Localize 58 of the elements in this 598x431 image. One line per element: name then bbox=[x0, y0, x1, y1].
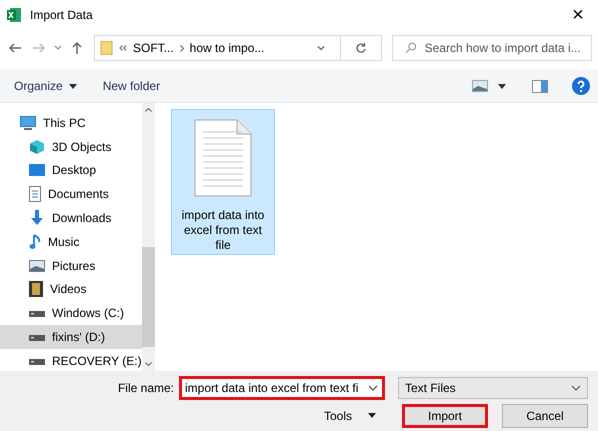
drive-icon bbox=[29, 333, 45, 342]
chevron-right-icon[interactable] bbox=[180, 44, 184, 52]
cube-icon bbox=[29, 138, 45, 155]
sidebar-item[interactable]: Downloads bbox=[0, 206, 142, 230]
scroll-up-icon[interactable] bbox=[144, 108, 152, 112]
help-icon[interactable] bbox=[572, 77, 590, 95]
sidebar-item[interactable]: Videos bbox=[0, 278, 142, 302]
import-button[interactable]: Import bbox=[402, 404, 488, 428]
sidebar-item[interactable]: This PC bbox=[0, 111, 142, 135]
monitor-icon bbox=[20, 116, 36, 130]
scroll-down-icon[interactable] bbox=[144, 362, 152, 366]
file-type-dropdown[interactable]: Text Files bbox=[398, 376, 588, 398]
view-options-icon[interactable] bbox=[472, 80, 488, 92]
desktop-icon bbox=[29, 164, 45, 176]
document-icon bbox=[29, 186, 41, 202]
folder-icon bbox=[100, 40, 113, 56]
sidebar-item[interactable]: Pictures bbox=[0, 254, 142, 278]
breadcrumb[interactable]: how to impo... bbox=[190, 41, 264, 55]
file-name-field[interactable]: import data into excel from text fi bbox=[179, 376, 385, 400]
sidebar-item[interactable]: RECOVERY (E:) bbox=[0, 348, 142, 373]
window-title: Import Data bbox=[30, 8, 93, 22]
picture-icon bbox=[29, 260, 45, 272]
chevron-down-icon[interactable] bbox=[316, 43, 326, 53]
file-item[interactable]: import data into excel from text file bbox=[171, 109, 275, 255]
organize-menu-button[interactable]: Organize bbox=[8, 77, 83, 95]
back-arrow-icon[interactable] bbox=[8, 41, 22, 55]
sidebar-item[interactable]: fixins' (D:) bbox=[0, 325, 142, 349]
address-bar[interactable]: SOFT... how to impo... bbox=[94, 35, 382, 61]
caret-down-icon[interactable] bbox=[498, 84, 506, 88]
sidebar-item[interactable]: 3D Objects bbox=[0, 134, 142, 159]
double-chevron-left-icon[interactable] bbox=[119, 45, 127, 51]
sidebar-item[interactable]: Music bbox=[0, 230, 142, 254]
new-folder-button[interactable]: New folder bbox=[96, 77, 166, 95]
down-arrow-icon bbox=[29, 210, 45, 226]
film-icon bbox=[29, 281, 43, 298]
file-name-label: File name: bbox=[118, 380, 174, 394]
sidebar-item[interactable]: Documents bbox=[0, 182, 142, 206]
text-file-icon bbox=[193, 118, 253, 198]
caret-down-icon bbox=[368, 413, 376, 418]
drive-icon bbox=[29, 356, 45, 365]
up-arrow-icon[interactable] bbox=[70, 41, 84, 55]
spreadsheet-app-icon bbox=[6, 7, 22, 23]
refresh-icon[interactable] bbox=[355, 42, 367, 54]
drive-icon bbox=[29, 309, 45, 318]
search-icon bbox=[405, 42, 417, 54]
cancel-button[interactable]: Cancel bbox=[502, 404, 588, 428]
music-note-icon bbox=[29, 234, 41, 250]
sidebar-item[interactable]: Desktop bbox=[0, 158, 142, 182]
preview-pane-icon[interactable] bbox=[532, 80, 548, 92]
scrollbar[interactable] bbox=[142, 103, 155, 371]
breadcrumb[interactable]: SOFT... bbox=[133, 41, 174, 55]
caret-down-icon bbox=[68, 84, 77, 88]
close-button[interactable]: × bbox=[558, 0, 598, 30]
chevron-down-icon bbox=[571, 382, 581, 392]
chevron-down-icon[interactable] bbox=[368, 382, 378, 392]
search-field[interactable]: Search how to import data i... bbox=[392, 35, 592, 61]
sidebar-item[interactable]: Windows (C:) bbox=[0, 301, 142, 326]
tools-menu-button[interactable]: Tools bbox=[318, 408, 382, 424]
